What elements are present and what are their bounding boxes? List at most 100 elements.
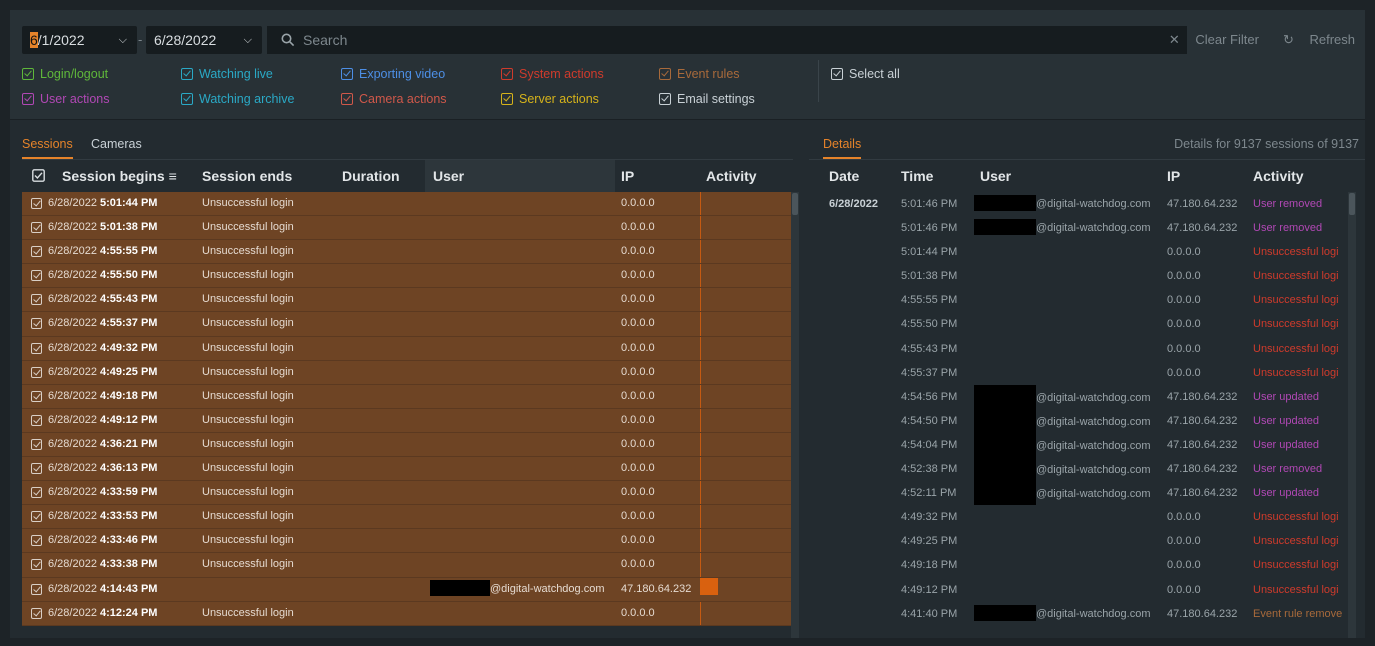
time-cell: 4:49:32 PM [901,511,958,524]
column-ip[interactable]: IP [621,160,634,192]
chevron-down-icon[interactable]: ⌵ [244,26,252,54]
date-to-picker[interactable]: 6/28/2022 ⌵ [146,26,262,54]
table-row[interactable]: 6/28/2022 4:55:37 PM Unsuccessful login 0.… [22,312,793,337]
table-row[interactable]: 6/28/2022 4:55:55 PM Unsuccessful login 0.… [22,240,793,265]
column-duration[interactable]: Duration [342,160,400,192]
table-row[interactable]: 6/28/2022 4:49:32 PM Unsuccessful login 0.… [22,336,793,361]
table-row[interactable]: 6/28/2022 5:01:44 PM Unsuccessful login 0.… [22,192,793,217]
table-row[interactable]: 4:54:04 PM @digital-watchdog.com 47.180.64… [809,432,1349,457]
column-session-ends[interactable]: Session ends [202,160,292,192]
table-row[interactable]: 5:01:44 PM 0.0.0.0 Unsuccessful logi [809,240,1349,264]
filter-checkbox[interactable]: Login/logout [22,65,108,83]
filter-checkbox[interactable]: Watching live [181,65,273,83]
row-checkbox[interactable] [31,583,42,595]
select-all-rows-checkbox[interactable] [32,160,45,192]
table-row[interactable]: 5:01:38 PM 0.0.0.0 Unsuccessful logi [809,264,1349,288]
row-checkbox[interactable] [31,246,42,258]
ip-cell: 0.0.0.0 [1167,294,1201,307]
table-row[interactable]: 6/28/2022 4:49:12 PM Unsuccessful login 0.… [22,408,793,433]
table-row[interactable]: 4:54:56 PM @digital-watchdog.com 47.180.64… [809,384,1349,409]
table-row[interactable]: 6/28/2022 4:33:53 PM Unsuccessful login 0.… [22,505,793,530]
table-row[interactable]: 4:41:40 PM @digital-watchdog.com 47.180.64… [809,602,1349,626]
column-ip[interactable]: IP [1167,160,1180,192]
activity-line [700,457,701,481]
row-checkbox[interactable] [31,198,42,209]
row-checkbox[interactable] [31,559,42,571]
filter-checkbox[interactable]: Exporting video [341,65,445,83]
row-checkbox[interactable] [31,342,42,354]
table-row[interactable]: 4:52:11 PM @digital-watchdog.com 47.180.64… [809,481,1349,506]
table-row[interactable]: 6/28/2022 4:49:25 PM Unsuccessful login 0.… [22,360,793,385]
column-activity[interactable]: Activity [1253,160,1304,192]
tab-details[interactable]: Details [823,137,862,159]
column-user[interactable]: User [980,160,1011,192]
table-row[interactable]: 6/28/2022 4:36:13 PM Unsuccessful login 0.… [22,457,793,482]
table-row[interactable]: 4:55:50 PM 0.0.0.0 Unsuccessful logi [809,312,1349,336]
table-row[interactable]: 4:54:50 PM @digital-watchdog.com 47.180.64… [809,408,1349,433]
table-row[interactable]: 6/28/2022 4:33:46 PM Unsuccessful login 0.… [22,529,793,554]
table-row[interactable]: 4:52:38 PM @digital-watchdog.com 47.180.64… [809,457,1349,482]
ip-cell: 0.0.0.0 [621,606,655,619]
row-checkbox[interactable] [31,511,42,523]
session-time: 5:01:38 PM [100,221,158,234]
table-row[interactable]: 6/28/2022 4:14:43 PM @digital-watchdog.co… [22,577,793,602]
table-row[interactable]: 4:49:18 PM 0.0.0.0 Unsuccessful logi [809,553,1349,577]
sessions-scrollbar[interactable] [791,192,799,638]
details-scrollbar[interactable] [1348,192,1356,638]
table-row[interactable]: 6/28/2022 4:36:21 PM Unsuccessful login 0.… [22,432,793,458]
column-date[interactable]: Date [829,160,859,192]
column-session-begins[interactable]: Session begins ≡ [62,160,177,192]
tab-cameras[interactable]: Cameras [91,137,142,151]
row-checkbox[interactable] [31,438,42,450]
table-row[interactable]: 6/28/2022 4:33:38 PM Unsuccessful login 0.… [22,553,793,578]
row-checkbox[interactable] [31,463,42,475]
filter-checkbox[interactable]: Email settings [659,90,755,108]
filter-checkbox[interactable]: Watching archive [181,90,294,108]
filter-checkbox[interactable]: Server actions [501,90,599,108]
table-row[interactable]: 6/28/2022 4:55:43 PM Unsuccessful login 0.… [22,288,793,313]
table-row[interactable]: 6/28/2022 5:01:38 PM Unsuccessful login 0.… [22,216,793,241]
table-row[interactable]: 6/28/2022 4:12:24 PM Unsuccessful login 0.… [22,601,793,626]
clear-filter-button[interactable]: ✕ Clear Filter [1157,32,1259,47]
filter-checkbox[interactable]: System actions [501,65,604,83]
column-user[interactable]: User [425,160,615,192]
table-row[interactable]: 6/28/2022 5:01:46 PM @digital-watchdog.com… [809,192,1349,216]
filter-checkbox[interactable]: Event rules [659,65,740,83]
table-row[interactable]: 4:49:25 PM 0.0.0.0 Unsuccessful logi [809,529,1349,553]
table-row[interactable]: 4:55:37 PM 0.0.0.0 Unsuccessful logi [809,361,1349,385]
table-row[interactable]: 4:49:12 PM 0.0.0.0 Unsuccessful logi [809,578,1349,602]
tab-sessions[interactable]: Sessions [22,137,73,159]
user-domain: @digital-watchdog.com [1036,415,1151,428]
row-checkbox[interactable] [31,607,42,619]
filter-checkbox[interactable]: Select all [831,65,900,83]
row-checkbox[interactable] [31,222,42,234]
row-checkbox[interactable] [31,270,42,282]
chevron-down-icon[interactable]: ⌵ [119,26,127,54]
row-checkbox[interactable] [31,487,42,499]
activity-line [700,553,701,577]
table-row[interactable]: 4:49:32 PM 0.0.0.0 Unsuccessful logi [809,505,1349,529]
table-row[interactable]: 5:01:46 PM @digital-watchdog.com 47.180.64… [809,216,1349,240]
table-row[interactable]: 6/28/2022 4:49:18 PM Unsuccessful login 0.… [22,384,793,409]
search-input[interactable]: Search [267,26,1187,54]
row-checkbox[interactable] [31,366,42,378]
date-from-picker[interactable]: 6/1/2022 ⌵ [22,26,137,54]
user-domain: @digital-watchdog.com [1036,198,1151,210]
column-time[interactable]: Time [901,160,933,192]
row-checkbox[interactable] [31,535,42,547]
scrollbar-thumb[interactable] [792,193,798,215]
redacted-username [974,432,1036,457]
filter-checkbox[interactable]: User actions [22,90,109,108]
row-checkbox[interactable] [31,414,42,426]
table-row[interactable]: 6/28/2022 4:33:59 PM Unsuccessful login 0.… [22,481,793,506]
row-checkbox[interactable] [31,294,42,306]
scrollbar-thumb[interactable] [1349,193,1355,215]
table-row[interactable]: 4:55:43 PM 0.0.0.0 Unsuccessful logi [809,337,1349,361]
row-checkbox[interactable] [31,318,42,330]
row-checkbox[interactable] [31,390,42,402]
refresh-button[interactable]: ↻ Refresh [1271,32,1355,47]
table-row[interactable]: 4:55:55 PM 0.0.0.0 Unsuccessful logi [809,288,1349,312]
column-activity[interactable]: Activity [706,160,757,192]
table-row[interactable]: 6/28/2022 4:55:50 PM Unsuccessful login 0.… [22,264,793,289]
filter-checkbox[interactable]: Camera actions [341,90,447,108]
